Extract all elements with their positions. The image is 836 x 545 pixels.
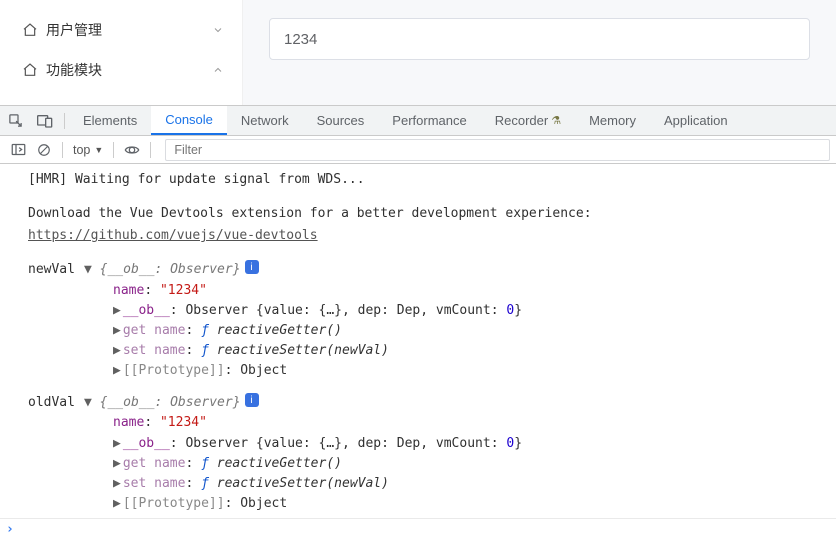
- tab-network[interactable]: Network: [227, 106, 303, 135]
- log-oldval[interactable]: oldVal ▼ {__ob__: Observer} i: [0, 393, 836, 413]
- home-icon: [22, 22, 38, 38]
- sidebar-item-label: 功能模块: [46, 60, 102, 80]
- tab-application[interactable]: Application: [650, 106, 742, 135]
- chevron-down-icon: [212, 24, 224, 36]
- chevron-up-icon: [212, 64, 224, 76]
- devtools-tab-bar: Elements Console Network Sources Perform…: [0, 106, 836, 136]
- expand-arrow-icon[interactable]: ▼: [84, 260, 92, 280]
- prop-name[interactable]: name: "1234": [0, 281, 836, 301]
- prop-ob[interactable]: ▶__ob__: Observer {value: {…}, dep: Dep,…: [0, 434, 836, 454]
- tab-console[interactable]: Console: [151, 106, 227, 135]
- console-prompt[interactable]: ›: [0, 518, 836, 540]
- sidebar: 用户管理 功能模块: [0, 0, 243, 105]
- prop-set[interactable]: ▶set name: ƒ reactiveSetter(newVal): [0, 474, 836, 494]
- context-dropdown[interactable]: top ▼: [69, 143, 107, 157]
- home-icon: [22, 62, 38, 78]
- tab-memory[interactable]: Memory: [575, 106, 650, 135]
- toggle-sidebar-icon[interactable]: [6, 138, 30, 162]
- log-hmr: [HMR] Waiting for update signal from WDS…: [0, 170, 836, 192]
- log-newval[interactable]: newVal ▼ {__ob__: Observer} i: [0, 260, 836, 280]
- device-toolbar-icon[interactable]: [30, 106, 60, 136]
- info-icon[interactable]: i: [245, 260, 259, 274]
- tab-recorder[interactable]: Recorder: [481, 106, 575, 135]
- prop-proto[interactable]: ▶[[Prototype]]: Object: [0, 361, 836, 381]
- inspect-icon[interactable]: [0, 106, 30, 136]
- main-input[interactable]: [269, 18, 810, 60]
- sidebar-item-modules[interactable]: 功能模块: [0, 50, 242, 90]
- log-devtools-1: Download the Vue Devtools extension for …: [0, 204, 836, 226]
- devtools-panel: Elements Console Network Sources Perform…: [0, 105, 836, 540]
- prompt-caret-icon: ›: [6, 520, 14, 540]
- filter-input[interactable]: [165, 139, 830, 161]
- console-output: [HMR] Waiting for update signal from WDS…: [0, 164, 836, 540]
- log-devtools-link[interactable]: https://github.com/vuejs/vue-devtools: [28, 228, 318, 243]
- sidebar-item-users[interactable]: 用户管理: [0, 10, 242, 50]
- console-toolbar: top ▼: [0, 136, 836, 164]
- prop-get[interactable]: ▶get name: ƒ reactiveGetter(): [0, 454, 836, 474]
- tab-performance[interactable]: Performance: [378, 106, 480, 135]
- prop-ob[interactable]: ▶__ob__: Observer {value: {…}, dep: Dep,…: [0, 301, 836, 321]
- live-expression-icon[interactable]: [120, 138, 144, 162]
- content-pane: [243, 0, 836, 105]
- expand-arrow-icon[interactable]: ▼: [84, 393, 92, 413]
- prop-name[interactable]: name: "1234": [0, 413, 836, 433]
- info-icon[interactable]: i: [245, 393, 259, 407]
- tab-sources[interactable]: Sources: [303, 106, 379, 135]
- prop-get[interactable]: ▶get name: ƒ reactiveGetter(): [0, 321, 836, 341]
- clear-console-icon[interactable]: [32, 138, 56, 162]
- prop-set[interactable]: ▶set name: ƒ reactiveSetter(newVal): [0, 341, 836, 361]
- sidebar-item-label: 用户管理: [46, 20, 102, 40]
- tab-elements[interactable]: Elements: [69, 106, 151, 135]
- prop-proto[interactable]: ▶[[Prototype]]: Object: [0, 494, 836, 514]
